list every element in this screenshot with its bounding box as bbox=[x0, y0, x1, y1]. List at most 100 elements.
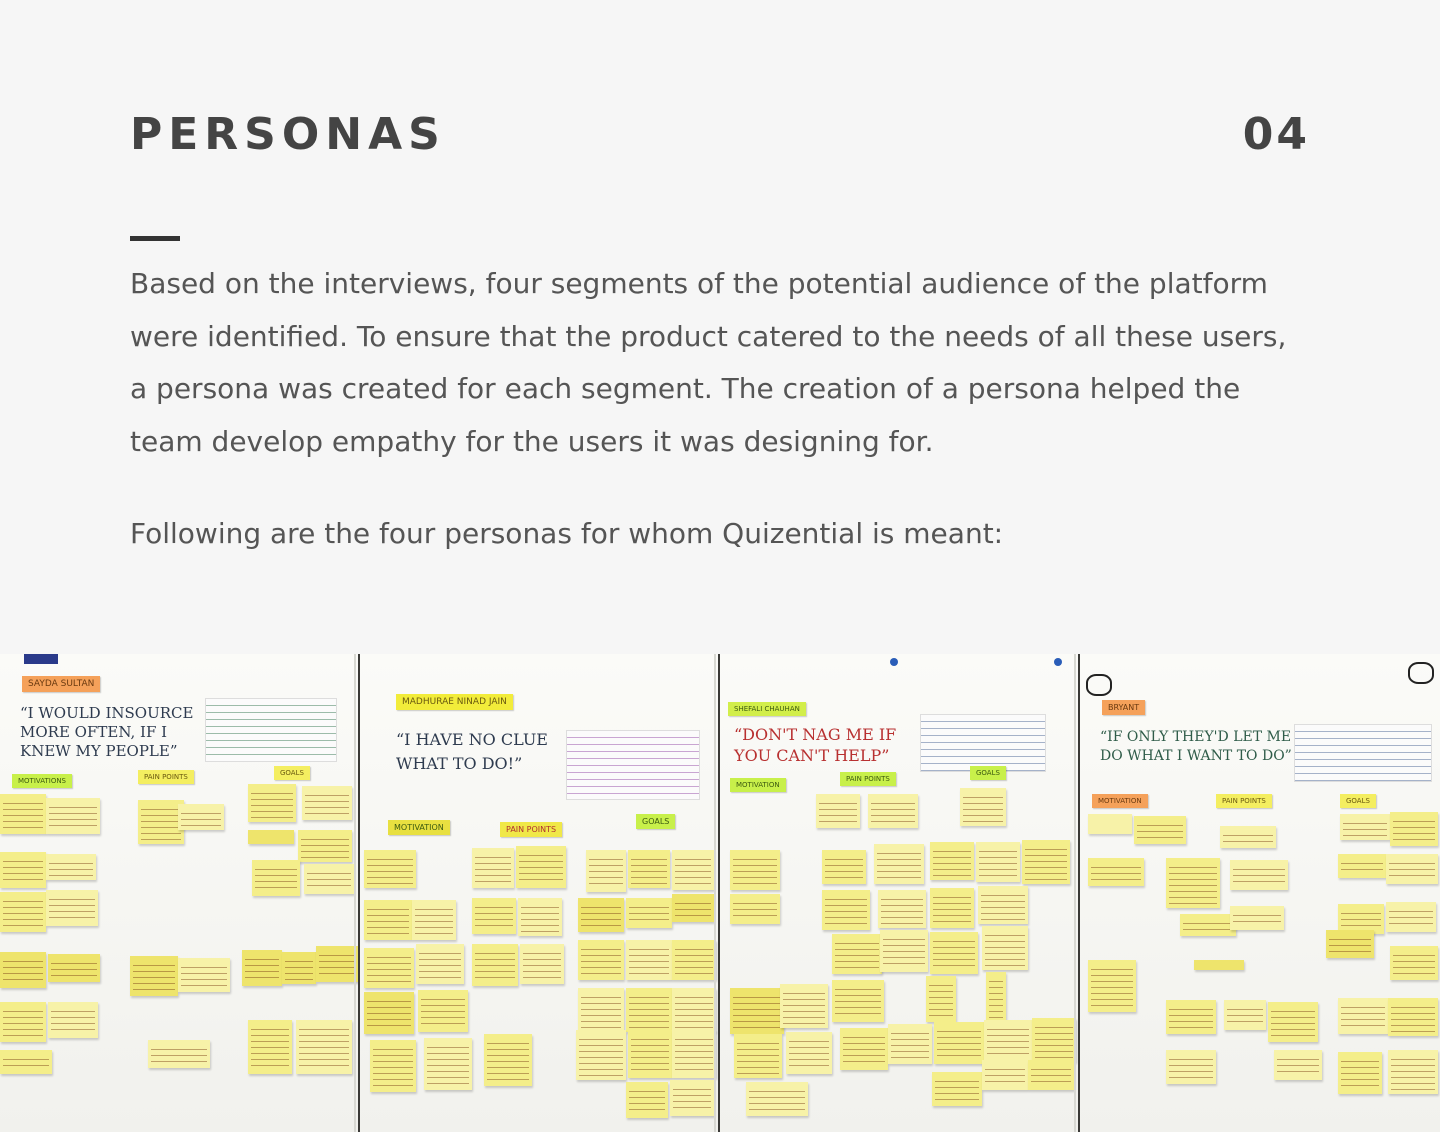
sticky-note bbox=[626, 988, 672, 1032]
sticky-note bbox=[1032, 1018, 1076, 1062]
sticky-note bbox=[1166, 858, 1220, 908]
section-header: PERSONAS 04 bbox=[130, 104, 1310, 164]
sticky-note bbox=[484, 1034, 532, 1086]
persona-boards-photo: SAYDA SULTAN “I WOULD INSOURCE MORE OFTE… bbox=[0, 654, 1440, 1132]
sticky-note bbox=[1338, 1052, 1382, 1094]
sticky-note bbox=[932, 1072, 982, 1106]
sticky-note bbox=[472, 898, 516, 934]
sticky-note bbox=[786, 1032, 832, 1074]
sticky-note bbox=[302, 786, 352, 820]
sticky-note bbox=[626, 1082, 668, 1118]
sticky-note bbox=[926, 976, 956, 1022]
sticky-note bbox=[874, 844, 924, 884]
sticky-note bbox=[472, 848, 514, 888]
sticky-note bbox=[840, 1028, 888, 1070]
sticky-note bbox=[1028, 1060, 1074, 1090]
sticky-note bbox=[1166, 1000, 1216, 1034]
sticky-note bbox=[672, 940, 716, 980]
sticky-note bbox=[1388, 998, 1438, 1036]
sticky-note bbox=[816, 794, 860, 828]
sticky-note bbox=[930, 888, 974, 928]
sticky-note bbox=[412, 900, 456, 940]
sticky-note bbox=[578, 988, 624, 1036]
sticky-note bbox=[730, 850, 780, 890]
sticky-note bbox=[1268, 1002, 1318, 1042]
page-title: PERSONAS bbox=[130, 108, 446, 160]
sticky-note bbox=[46, 854, 96, 880]
sticky-note bbox=[242, 950, 282, 986]
sticky-note bbox=[48, 954, 100, 982]
sticky-note bbox=[672, 1030, 716, 1078]
sticky-note bbox=[130, 956, 178, 996]
sticky-note bbox=[316, 946, 358, 982]
sticky-note bbox=[248, 830, 294, 844]
sticky-note bbox=[364, 948, 414, 988]
sticky-note bbox=[1338, 998, 1388, 1034]
sticky-note bbox=[982, 1060, 1028, 1090]
sticky-note bbox=[976, 842, 1020, 882]
sticky-note bbox=[48, 1002, 98, 1038]
blue-tape bbox=[24, 654, 58, 664]
sticky-note bbox=[0, 1050, 52, 1074]
persona-quote: “DON'T NAG ME IF YOU CAN'T HELP” bbox=[734, 725, 897, 765]
sticky-note bbox=[888, 1024, 932, 1064]
persona-bio-card bbox=[920, 714, 1046, 772]
sticky-note bbox=[1088, 858, 1144, 886]
sticky-note bbox=[576, 1030, 626, 1080]
sticky-note bbox=[960, 788, 1006, 826]
sticky-note bbox=[822, 850, 866, 884]
section-number: 04 bbox=[1242, 108, 1310, 160]
sticky-note bbox=[178, 804, 224, 830]
column-label: GOALS bbox=[274, 766, 310, 780]
sticky-note bbox=[1180, 914, 1236, 936]
sticky-note bbox=[282, 952, 316, 984]
sticky-note bbox=[878, 890, 926, 928]
sticky-note bbox=[586, 850, 626, 892]
sticky-note bbox=[1326, 930, 1374, 958]
sticky-note bbox=[672, 894, 714, 922]
sticky-note bbox=[672, 850, 714, 890]
follow-up-text: Following are the four personas for whom… bbox=[130, 517, 1004, 550]
sticky-note bbox=[832, 980, 884, 1022]
column-label: PAIN POINTS bbox=[138, 770, 194, 784]
sticky-note bbox=[984, 1020, 1032, 1062]
column-label: MOTIVATION bbox=[388, 820, 450, 835]
sticky-note bbox=[424, 1038, 472, 1090]
sticky-note bbox=[578, 940, 624, 980]
sticky-note bbox=[148, 1040, 210, 1068]
sticky-note bbox=[1134, 816, 1186, 844]
push-pin bbox=[1054, 658, 1062, 666]
persona-name-label: MADHURAE NINAD JAIN bbox=[396, 694, 513, 710]
column-label: GOALS bbox=[1340, 794, 1376, 808]
sticky-note bbox=[1340, 814, 1390, 840]
sticky-note bbox=[880, 930, 928, 972]
sticky-note bbox=[304, 864, 354, 894]
sticky-note bbox=[518, 898, 562, 936]
sticky-note bbox=[1166, 1050, 1216, 1084]
column-label: MOTIVATION bbox=[730, 778, 786, 792]
sticky-note bbox=[626, 940, 672, 980]
sticky-note bbox=[1274, 1050, 1322, 1080]
sticky-note bbox=[252, 860, 300, 896]
sticky-note bbox=[298, 830, 352, 862]
sticky-note bbox=[934, 1022, 984, 1064]
sticky-note bbox=[370, 1040, 416, 1092]
sticky-note bbox=[746, 1082, 808, 1116]
sticky-note bbox=[730, 988, 784, 1034]
binder-clip bbox=[1408, 662, 1434, 684]
sticky-note bbox=[1386, 902, 1436, 932]
sticky-note bbox=[982, 926, 1028, 970]
persona-bio-card bbox=[205, 698, 337, 762]
sticky-note bbox=[1088, 814, 1132, 834]
persona-board-2: MADHURAE NINAD JAIN “I HAVE NO CLUE WHAT… bbox=[360, 654, 718, 1132]
sticky-note bbox=[472, 944, 518, 986]
persona-name-label: SHEFALI CHAUHAN bbox=[728, 702, 806, 716]
sticky-note bbox=[578, 898, 624, 932]
sticky-note bbox=[1022, 840, 1070, 884]
sticky-note bbox=[1386, 854, 1438, 884]
sticky-note bbox=[364, 900, 412, 940]
sticky-note bbox=[1338, 854, 1386, 878]
sticky-note bbox=[178, 958, 230, 992]
persona-quote: “I HAVE NO CLUE WHAT TO DO!” bbox=[396, 730, 548, 773]
sticky-note bbox=[416, 944, 464, 984]
